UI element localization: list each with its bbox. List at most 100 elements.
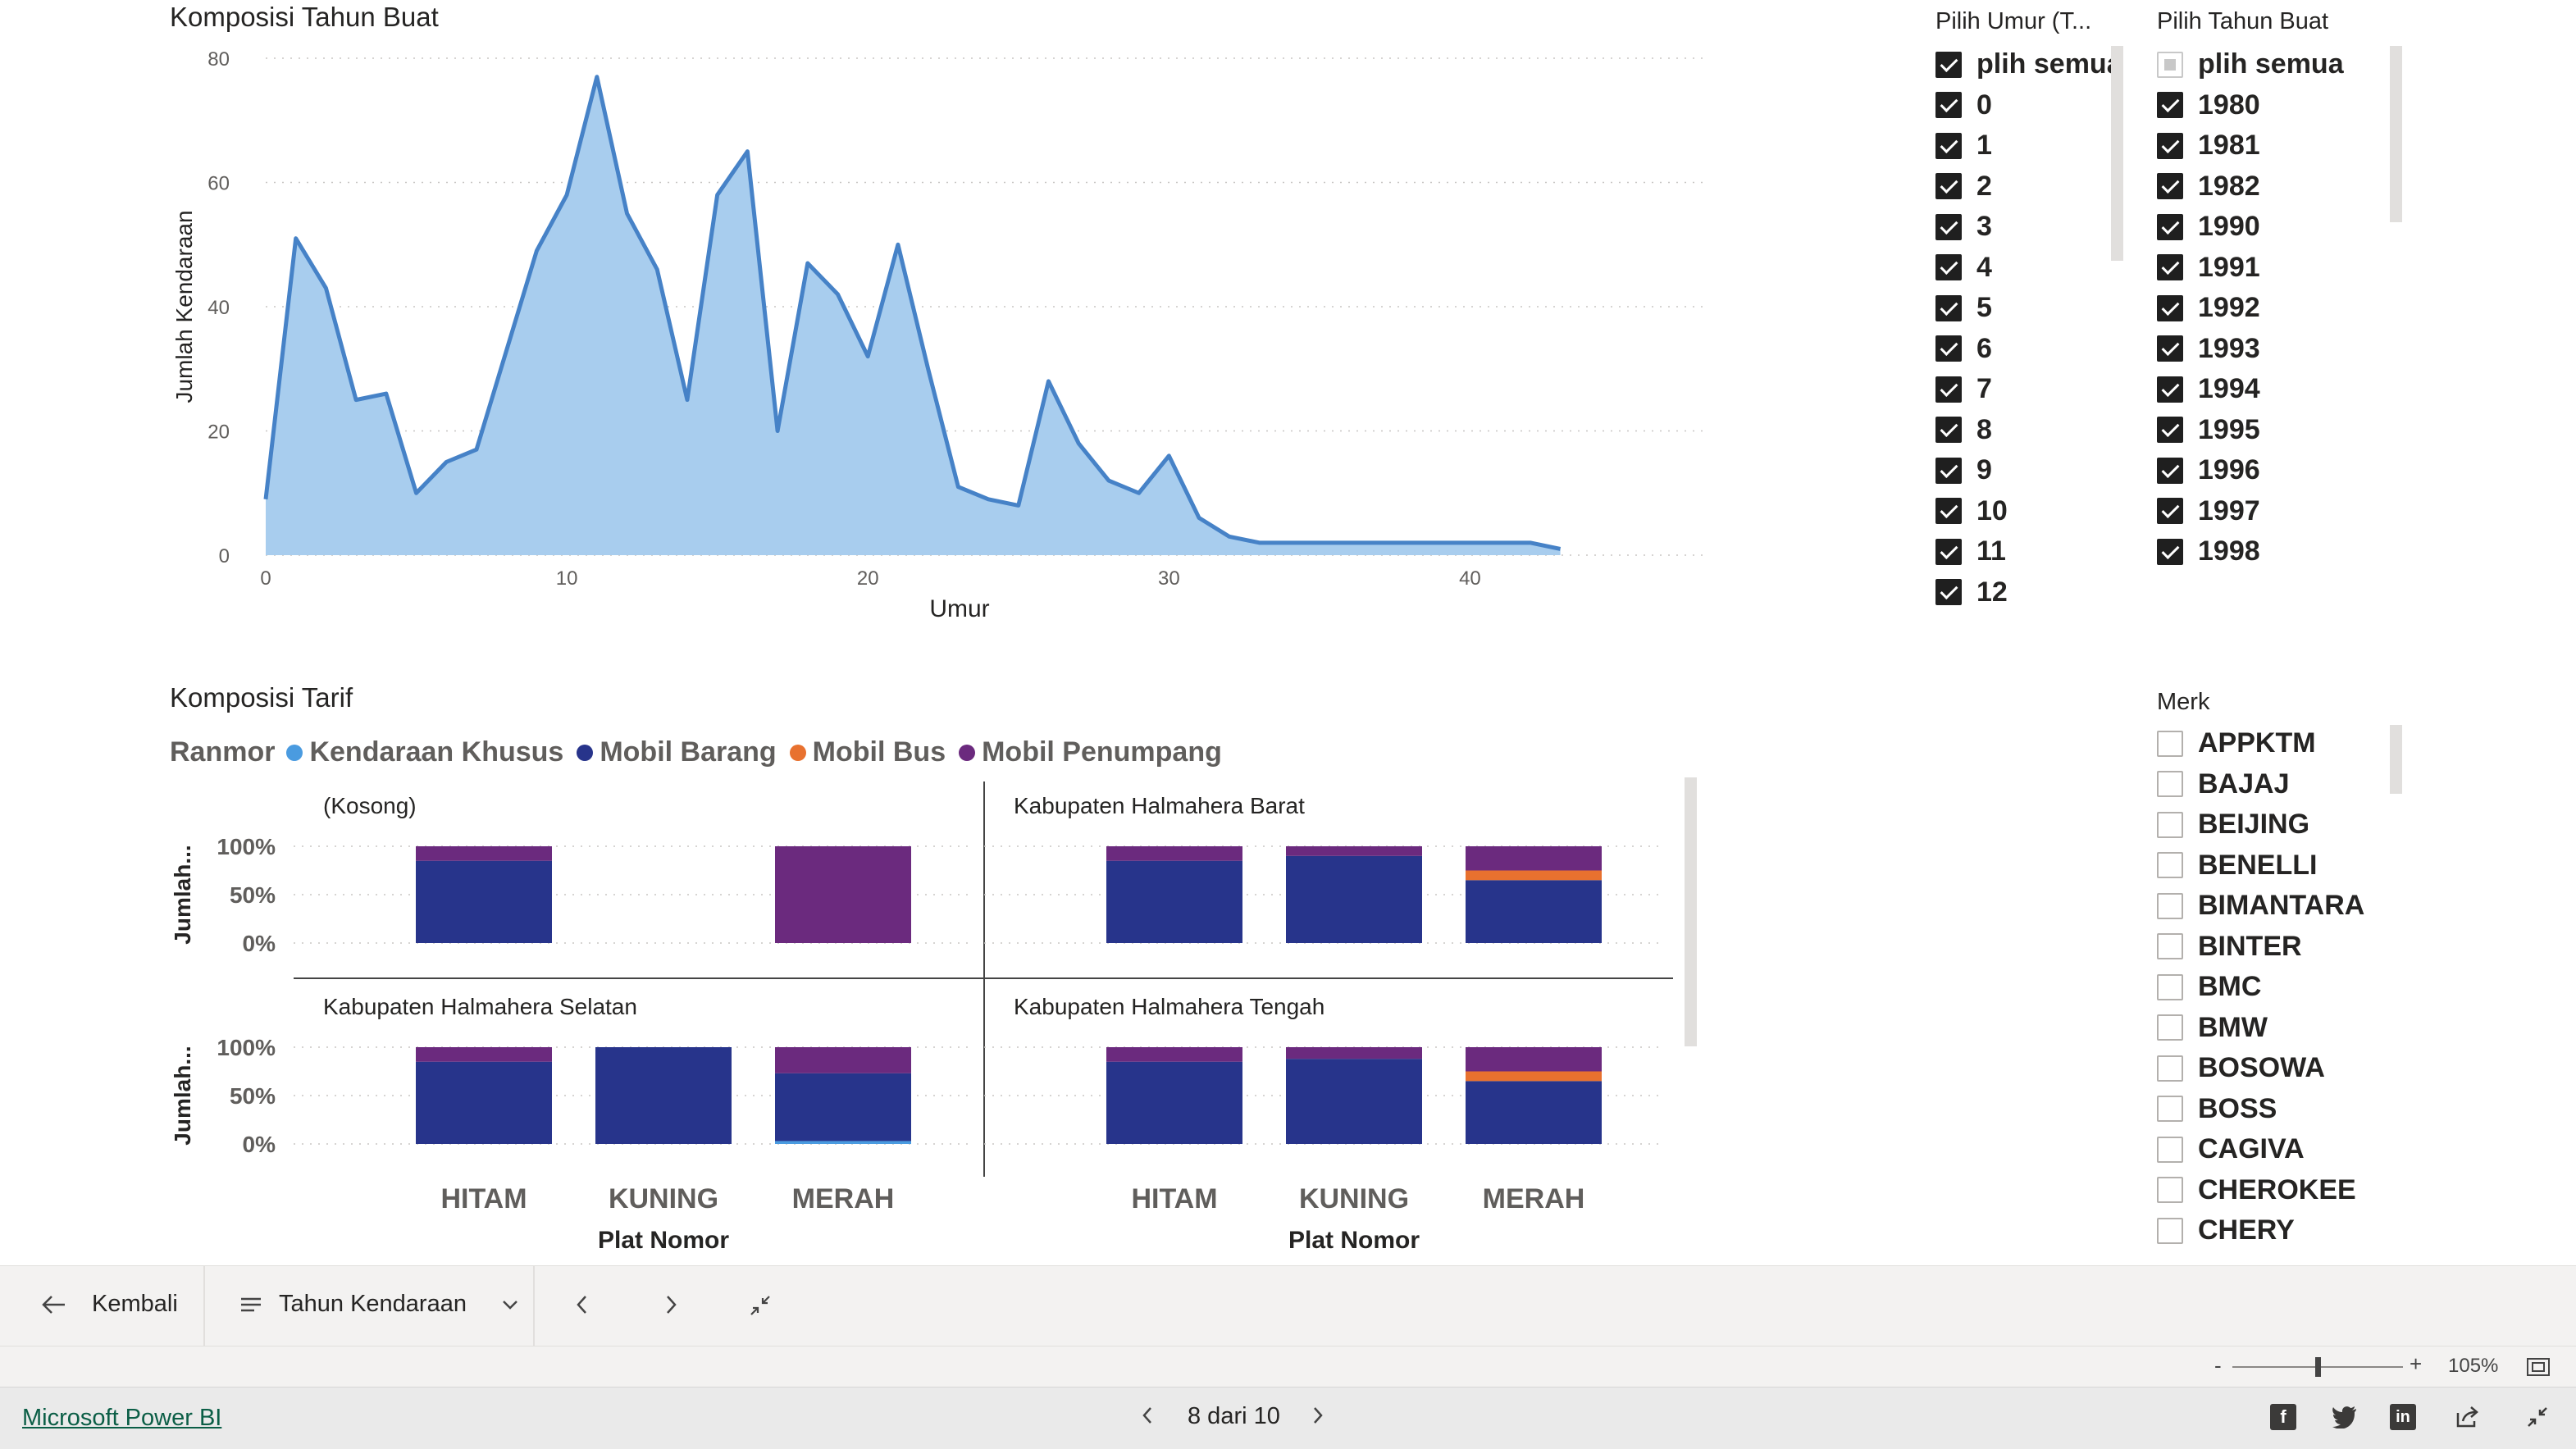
checkbox-checked-icon[interactable] bbox=[2157, 457, 2183, 484]
share-icon[interactable] bbox=[2455, 1404, 2481, 1430]
checkbox-checked-icon[interactable] bbox=[2157, 538, 2183, 565]
slicer-item[interactable]: 0 bbox=[1935, 85, 1992, 125]
slicer-item[interactable]: BAJAJ bbox=[2157, 764, 2289, 804]
previous-page-button[interactable] bbox=[574, 1293, 590, 1316]
checkbox-empty-icon[interactable] bbox=[2157, 730, 2183, 757]
slicer-item[interactable]: 1982 bbox=[2157, 166, 2260, 207]
slicer-item[interactable]: 1993 bbox=[2157, 329, 2260, 369]
slicer-umur-scrollbar[interactable] bbox=[2111, 46, 2123, 261]
checkbox-checked-icon[interactable] bbox=[2157, 92, 2183, 118]
twitter-icon[interactable] bbox=[2332, 1404, 2358, 1430]
fit-view-button[interactable] bbox=[748, 1293, 773, 1318]
fit-to-page-icon[interactable] bbox=[2526, 1357, 2551, 1377]
footer-next-page[interactable] bbox=[1311, 1405, 1325, 1433]
slicer-item[interactable]: 11 bbox=[1935, 531, 2006, 572]
checkbox-empty-icon[interactable] bbox=[2157, 973, 2183, 1000]
bar-segment[interactable] bbox=[1106, 860, 1242, 943]
checkbox-checked-icon[interactable] bbox=[2157, 417, 2183, 443]
slicer-item[interactable]: 1991 bbox=[2157, 248, 2260, 288]
fullscreen-icon[interactable] bbox=[2524, 1404, 2551, 1430]
slicer-item[interactable]: 12 bbox=[1935, 572, 2008, 613]
checkbox-empty-icon[interactable] bbox=[2157, 1136, 2183, 1163]
bar-segment[interactable] bbox=[1286, 1059, 1422, 1144]
checkbox-empty-icon[interactable] bbox=[2157, 771, 2183, 797]
bar-segment[interactable] bbox=[775, 846, 911, 943]
checkbox-empty-icon[interactable] bbox=[2157, 811, 2183, 838]
slicer-item[interactable]: 5 bbox=[1935, 288, 1992, 328]
checkbox-checked-icon[interactable] bbox=[1935, 51, 1962, 78]
checkbox-checked-icon[interactable] bbox=[2157, 132, 2183, 159]
slicer-item[interactable]: BOSS bbox=[2157, 1089, 2277, 1129]
checkbox-checked-icon[interactable] bbox=[2157, 173, 2183, 199]
checkbox-checked-icon[interactable] bbox=[1935, 254, 1962, 280]
slicer-item[interactable]: 10 bbox=[1935, 491, 2008, 531]
bar-segment[interactable] bbox=[1286, 1047, 1422, 1059]
slicer-item[interactable]: plih semua bbox=[1935, 44, 2122, 84]
bar-segment[interactable] bbox=[1466, 1081, 1602, 1144]
bar-segment[interactable] bbox=[1286, 855, 1422, 943]
bar-segment[interactable] bbox=[775, 1047, 911, 1073]
slicer-item[interactable]: 4 bbox=[1935, 248, 1992, 288]
slicer-item[interactable]: 6 bbox=[1935, 329, 1992, 369]
checkbox-checked-icon[interactable] bbox=[1935, 457, 1962, 484]
slicer-item[interactable]: BENELLI bbox=[2157, 845, 2317, 886]
checkbox-checked-icon[interactable] bbox=[1935, 498, 1962, 524]
back-button[interactable]: Kembali bbox=[39, 1291, 178, 1318]
bar-segment[interactable] bbox=[1466, 880, 1602, 943]
checkbox-checked-icon[interactable] bbox=[1935, 294, 1962, 321]
slicer-item[interactable]: 1998 bbox=[2157, 531, 2260, 572]
slicer-item[interactable]: 2 bbox=[1935, 166, 1992, 207]
checkbox-checked-icon[interactable] bbox=[1935, 538, 1962, 565]
checkbox-empty-icon[interactable] bbox=[2157, 852, 2183, 878]
bar-segment[interactable] bbox=[1106, 1047, 1242, 1062]
checkbox-checked-icon[interactable] bbox=[2157, 213, 2183, 240]
bar-segment[interactable] bbox=[416, 860, 552, 943]
page-select-dropdown[interactable]: Tahun Kendaraan bbox=[239, 1291, 519, 1318]
slicer-item[interactable]: 1 bbox=[1935, 125, 1992, 166]
legend-item[interactable]: Mobil Bus bbox=[789, 736, 946, 768]
next-page-button[interactable] bbox=[663, 1293, 679, 1316]
slicer-item[interactable]: BMW bbox=[2157, 1008, 2268, 1048]
slicer-item[interactable]: CHEROKEE bbox=[2157, 1170, 2356, 1210]
footer-prev-page[interactable] bbox=[1140, 1405, 1155, 1433]
checkbox-empty-icon[interactable] bbox=[2157, 1014, 2183, 1041]
bar-segment[interactable] bbox=[595, 1047, 732, 1144]
bar-segment[interactable] bbox=[1466, 1071, 1602, 1082]
slicer-item[interactable]: BOSOWA bbox=[2157, 1048, 2325, 1088]
slicer-item[interactable]: BINTER bbox=[2157, 927, 2302, 967]
slicer-item[interactable]: BEIJING bbox=[2157, 804, 2309, 845]
slicer-merk-scrollbar[interactable] bbox=[2390, 725, 2402, 794]
slicer-item[interactable]: APPKTM bbox=[2157, 723, 2316, 763]
slicer-item[interactable]: 9 bbox=[1935, 450, 1992, 490]
checkbox-empty-icon[interactable] bbox=[2157, 892, 2183, 919]
checkbox-checked-icon[interactable] bbox=[1935, 376, 1962, 403]
slicer-item[interactable]: 3 bbox=[1935, 207, 1992, 247]
bar-segment[interactable] bbox=[775, 1141, 911, 1144]
bar-segment[interactable] bbox=[775, 1073, 911, 1141]
checkbox-empty-icon[interactable] bbox=[2157, 1177, 2183, 1203]
bar-segment[interactable] bbox=[416, 1061, 552, 1144]
checkbox-partial-icon[interactable] bbox=[2157, 51, 2183, 78]
slicer-item[interactable]: 1997 bbox=[2157, 491, 2260, 531]
checkbox-checked-icon[interactable] bbox=[2157, 294, 2183, 321]
checkbox-checked-icon[interactable] bbox=[1935, 417, 1962, 443]
slicer-item[interactable]: 7 bbox=[1935, 369, 1992, 409]
checkbox-empty-icon[interactable] bbox=[2157, 1096, 2183, 1122]
zoom-in-button[interactable]: + bbox=[2410, 1351, 2422, 1377]
slicer-item[interactable]: 1994 bbox=[2157, 369, 2260, 409]
bar-segment[interactable] bbox=[1286, 846, 1422, 856]
slicer-tahun-scrollbar[interactable] bbox=[2390, 46, 2402, 222]
slicer-item[interactable]: plih semua bbox=[2157, 44, 2344, 84]
linkedin-icon[interactable]: in bbox=[2390, 1404, 2416, 1430]
slicer-item[interactable]: 1981 bbox=[2157, 125, 2260, 166]
zoom-slider-thumb[interactable] bbox=[2315, 1357, 2321, 1377]
bar-segment[interactable] bbox=[1106, 846, 1242, 861]
bar-segment[interactable] bbox=[416, 846, 552, 861]
checkbox-checked-icon[interactable] bbox=[1935, 92, 1962, 118]
zoom-out-button[interactable]: - bbox=[2214, 1353, 2222, 1378]
checkbox-checked-icon[interactable] bbox=[1935, 213, 1962, 240]
slicer-item[interactable]: 1992 bbox=[2157, 288, 2260, 328]
legend-item[interactable]: Kendaraan Khusus bbox=[286, 736, 563, 768]
tariff-scrollbar[interactable] bbox=[1685, 777, 1697, 1046]
slicer-item[interactable]: 8 bbox=[1935, 410, 1992, 450]
